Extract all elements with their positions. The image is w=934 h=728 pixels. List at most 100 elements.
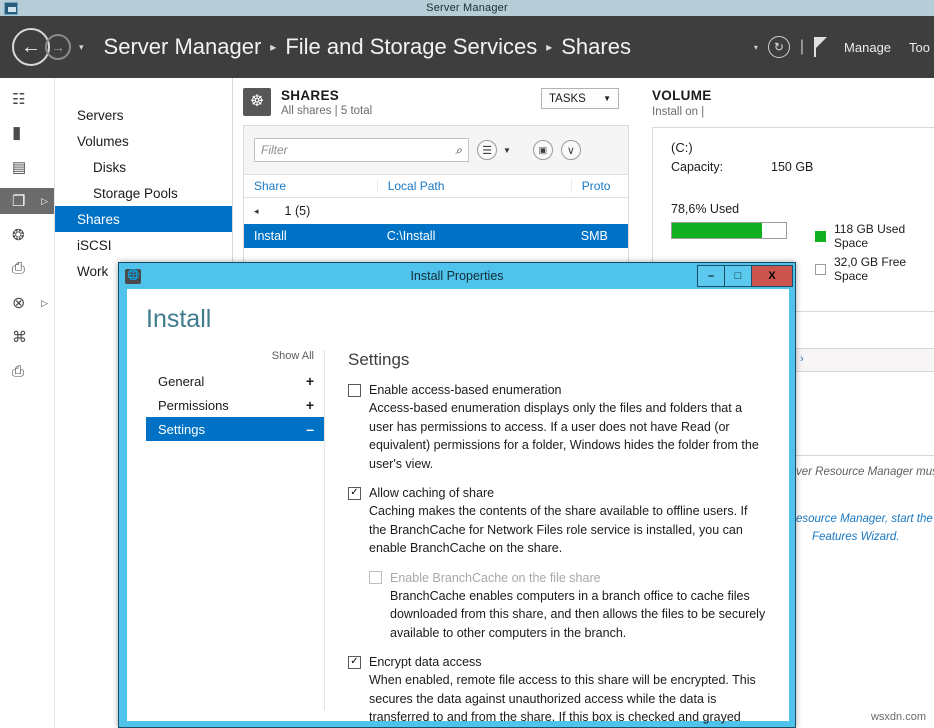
filter-list-glyph: ☰ (482, 144, 492, 157)
checkbox-label: Encrypt data access (369, 655, 482, 669)
legend-item-used: 118 GB Used Space (815, 222, 934, 250)
breadcrumb-item-shares[interactable]: Shares (561, 34, 631, 60)
tree-item-disks[interactable]: Disks (55, 154, 232, 180)
tree-item-servers[interactable]: Servers (55, 102, 232, 128)
checkbox-enable-access-based-enumeration[interactable] (348, 384, 361, 397)
checkbox-allow-caching-of-share[interactable]: ✓ (348, 487, 361, 500)
remote-access-icon: ⊗ (12, 293, 25, 313)
dialog-body: Install Show All General + Permissions +… (127, 289, 789, 721)
shares-panel-header: ☸ SHARES All shares | 5 total TASKS ▼ (243, 88, 629, 117)
dialog-nav-item-permissions[interactable]: Permissions + (146, 393, 324, 417)
refresh-icon[interactable]: ↻ (768, 36, 790, 58)
volume-drive-letter: (C:) (671, 140, 934, 155)
volume-usage-bar-fill (672, 223, 762, 238)
notifications-flag-icon[interactable] (814, 37, 830, 57)
breadcrumb-item-server-manager[interactable]: Server Manager (104, 34, 262, 60)
rail-item-remote-access[interactable]: ⊗ ▷ (0, 290, 54, 316)
tree-item-iscsi[interactable]: iSCSI (55, 232, 232, 258)
shares-group-row[interactable]: ◂ 1 (5) (244, 198, 628, 224)
all-servers-icon: ▤ (12, 158, 26, 176)
checkbox-row-allow-caching-of-share[interactable]: ✓ Allow caching of share (348, 486, 777, 500)
dialog-title: Install Properties (119, 269, 795, 283)
option-description-branchcache: BranchCache enables computers in a branc… (390, 587, 777, 643)
tree-item-storage-pools[interactable]: Storage Pools (55, 180, 232, 206)
wds-icon: ⌘ (12, 328, 27, 346)
volume-used-percent-label: 78,6% Used (671, 202, 934, 216)
shares-globe-icon: ☸ (243, 88, 271, 116)
shares-grid-header: Share Local Path Proto (244, 174, 628, 198)
breadcrumb-separator-icon: ▸ (270, 40, 276, 54)
watermark: wsxdn.com (871, 711, 926, 723)
header-actions: ▾ ↻ | Manage Too (754, 36, 934, 58)
back-arrow-icon: ← (21, 37, 41, 57)
expand-filter-icon[interactable]: ∨ (561, 140, 581, 160)
shares-filter-toolbar: Filter ⌕ ☰ ▼ ▣ ∨ (244, 126, 628, 174)
fax-services-icon: ❂ (12, 226, 25, 244)
volume-capacity-row: Capacity: 150 GB (671, 160, 934, 174)
expand-plus-icon: + (306, 397, 314, 413)
rail-item-dashboard[interactable]: ☷ (0, 86, 54, 112)
dialog-nav: Show All General + Permissions + Setting… (127, 350, 325, 710)
settings-heading: Settings (348, 350, 777, 370)
tree-item-shares[interactable]: Shares (55, 206, 232, 232)
rail-item-fax-services[interactable]: ❂ (0, 222, 54, 248)
filter-list-icon[interactable]: ☰ (477, 140, 497, 160)
header-dropdown-caret-icon[interactable]: ▾ (754, 43, 758, 52)
tree-item-label: Servers (77, 108, 124, 123)
dialog-titlebar[interactable]: Install Properties – □ X (119, 263, 795, 289)
used-space-label: 118 GB Used Space (834, 222, 934, 250)
show-all-link[interactable]: Show All (146, 350, 324, 362)
chevron-right-icon[interactable]: › (796, 353, 804, 365)
dialog-nav-item-settings[interactable]: Settings – (146, 417, 324, 441)
save-query-icon[interactable]: ▣ (533, 140, 553, 160)
breadcrumb: Server Manager ▸ File and Storage Servic… (104, 34, 631, 60)
expand-glyph: ∨ (567, 144, 575, 157)
tree-item-volumes[interactable]: Volumes (55, 128, 232, 154)
background-note-line-2[interactable]: esource Manager, start the A (796, 513, 934, 525)
nav-history-caret-icon[interactable]: ▾ (79, 42, 84, 53)
menu-manage[interactable]: Manage (840, 40, 895, 55)
checkbox-row-encrypt-data-access[interactable]: ✓ Encrypt data access (348, 655, 777, 669)
background-note-line-3[interactable]: Features Wizard. (812, 531, 899, 543)
search-icon: ⌕ (455, 143, 462, 158)
tasks-button-label: TASKS (549, 93, 586, 105)
cell-share-name: Install (244, 229, 377, 243)
legend-item-free: 32,0 GB Free Space (815, 255, 934, 283)
os-titlebar: Server Manager (0, 0, 934, 16)
rail-item-local-server[interactable]: ▮ (0, 120, 54, 146)
checkbox-encrypt-data-access[interactable]: ✓ (348, 656, 361, 669)
column-header-local-path[interactable]: Local Path (377, 179, 571, 193)
app-header: ← → ▾ Server Manager ▸ File and Storage … (0, 16, 934, 78)
rail-item-wds[interactable]: ⌘ (0, 324, 54, 350)
header-divider: | (800, 38, 804, 56)
rail-item-file-and-storage-services[interactable]: ❐ ▷ (0, 188, 54, 214)
option-description-encrypt: When enabled, remote file access to this… (369, 671, 761, 728)
menu-tools[interactable]: Too (905, 40, 934, 55)
free-space-label: 32,0 GB Free Space (834, 255, 934, 283)
install-properties-dialog: Install Properties – □ X Install Show Al… (118, 262, 796, 728)
shares-globe-glyph: ☸ (248, 92, 266, 111)
search-input[interactable]: Filter ⌕ (254, 138, 469, 162)
tree-item-label: Shares (77, 212, 120, 227)
forward-button[interactable]: → (45, 34, 71, 60)
table-row[interactable]: Install C:\Install SMB (244, 224, 628, 248)
tasks-button[interactable]: TASKS ▼ (541, 88, 619, 109)
breadcrumb-item-file-and-storage-services[interactable]: File and Storage Services (285, 34, 537, 60)
column-header-share[interactable]: Share (244, 179, 377, 193)
nav-item-label: General (158, 374, 204, 389)
checkbox-row-enable-access-based-enumeration[interactable]: Enable access-based enumeration (348, 383, 777, 397)
rail-item-remote-desktop[interactable]: ⎙ (0, 358, 54, 384)
capacity-value: 150 GB (771, 160, 813, 174)
volume-panel-title: VOLUME (652, 88, 934, 103)
dialog-nav-item-general[interactable]: General + (146, 369, 324, 393)
tree-item-label: Disks (93, 160, 126, 175)
tree-item-label: iSCSI (77, 238, 112, 253)
collapse-triangle-icon[interactable]: ◂ (254, 206, 259, 217)
nav-item-label: Permissions (158, 398, 229, 413)
expand-plus-icon: + (306, 373, 314, 389)
background-note-line-1: ver Resource Manager must (796, 466, 934, 478)
rail-item-print-services[interactable]: ⎙ (0, 256, 54, 282)
column-header-protocol[interactable]: Proto (571, 179, 628, 193)
rail-item-all-servers[interactable]: ▤ (0, 154, 54, 180)
chevron-down-icon[interactable]: ▼ (503, 146, 511, 155)
